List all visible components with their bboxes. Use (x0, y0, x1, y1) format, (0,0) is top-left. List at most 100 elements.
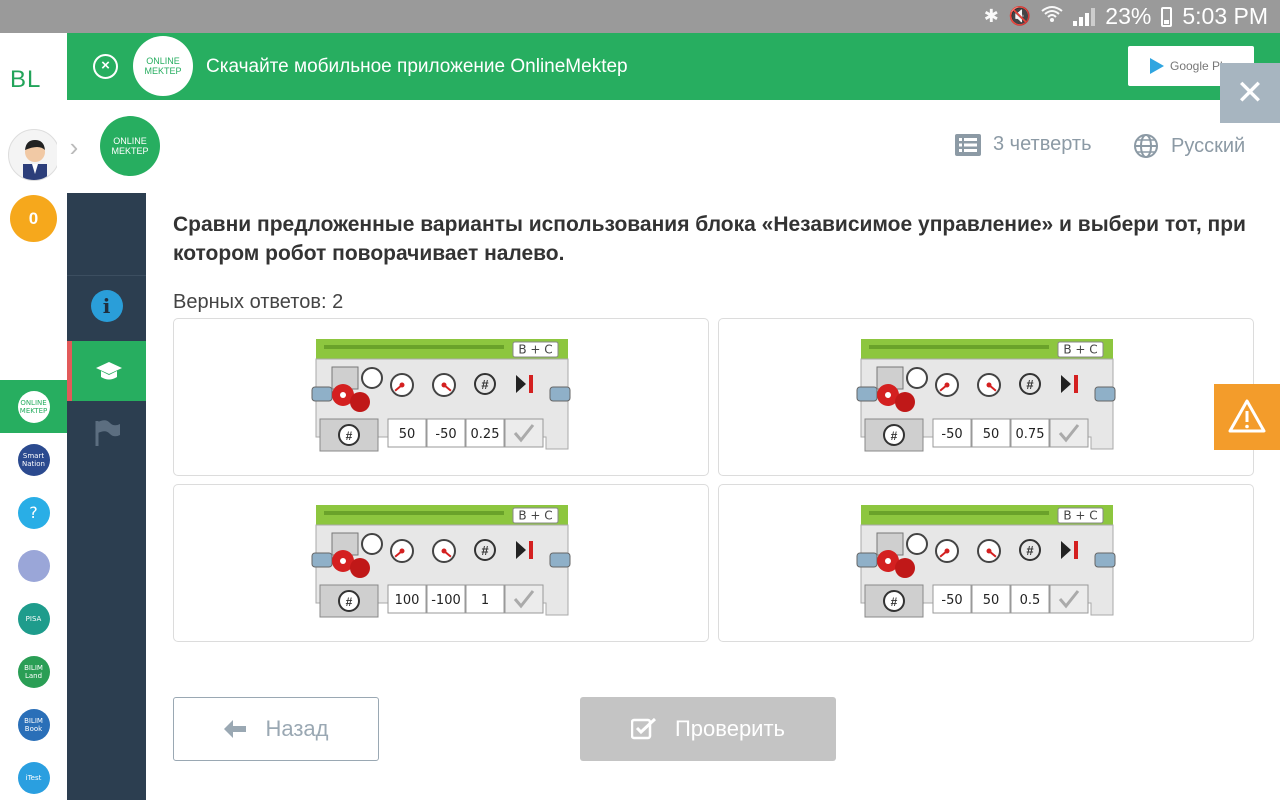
checkbox-check-icon (630, 717, 657, 740)
svg-text:#: # (481, 543, 489, 558)
ports-label: B + C (1063, 343, 1097, 357)
dial-icon (432, 373, 456, 397)
graduation-cap-icon (96, 362, 122, 380)
dial-icon (977, 373, 1001, 397)
mode-selector-icon: # (891, 595, 898, 609)
avatar[interactable] (8, 129, 60, 181)
value-rotations: 1 (481, 593, 489, 608)
battery-icon (1161, 6, 1173, 27)
coins-badge[interactable]: 0 (10, 195, 57, 242)
rail-app-icon (17, 549, 50, 582)
sidebar-item-lessons[interactable] (67, 341, 146, 401)
bluetooth-icon: ✱ (983, 6, 999, 26)
correct-answers-count: Верных ответов: 2 (173, 291, 344, 313)
language-selector[interactable]: Русский (1133, 133, 1245, 159)
question-text: Сравни предложенные варианты использован… (173, 213, 1246, 265)
sidebar-onlinemektep-logo[interactable]: ONLINE MEKTEP (100, 116, 160, 176)
language-label: Русский (1171, 134, 1246, 157)
mode-selector-icon: # (346, 429, 353, 443)
ports-label: B + C (518, 343, 552, 357)
flag-icon (95, 420, 120, 446)
list-icon (955, 133, 981, 156)
value-rotations: 0.5 (1020, 593, 1041, 608)
app-download-banner: × ONLINE MEKTEP Скачайте мобильное прило… (67, 33, 1280, 100)
sidebar-expand-button[interactable]: › (57, 118, 91, 176)
rail-app-icon: iTest (17, 761, 50, 794)
google-play-icon (1150, 58, 1164, 74)
check-button-label: Проверить (674, 716, 786, 741)
rail-app-item[interactable]: BILIM Book (0, 698, 67, 751)
dial-icon (432, 539, 456, 563)
dial-icon (977, 539, 1001, 563)
banner-text: Скачайте мобильное приложение OnlineMekt… (206, 56, 628, 77)
rail-app-icon: PISA (17, 602, 50, 635)
value-right: 50 (983, 593, 1000, 608)
svg-text:#: # (1026, 377, 1034, 392)
dial-icon (935, 539, 959, 563)
rail-app-item[interactable]: iTest (0, 751, 67, 800)
banner-close-button[interactable]: × (93, 54, 118, 79)
value-left: 50 (399, 427, 416, 442)
dial-icon (390, 539, 414, 563)
check-button[interactable]: Проверить (580, 697, 836, 761)
quarter-selector[interactable]: 3 четверть (955, 133, 1092, 156)
rail-app-icon: BILIM Land (17, 655, 50, 688)
value-right: 50 (983, 427, 1000, 442)
rail-app-icon: ? (17, 496, 50, 529)
svg-text:#: # (481, 377, 489, 392)
mode-selector-icon: # (346, 595, 353, 609)
answer-option[interactable]: B + C # #50 -50 0.25 (173, 318, 709, 476)
svg-text:#: # (1026, 543, 1034, 558)
value-rotations: 0.25 (471, 427, 500, 442)
rail-app-icon: ONLINE MEKTEP (17, 390, 50, 423)
value-rotations: 0.75 (1016, 427, 1045, 442)
tank-motor-block: B + C # # -50 50 0.5 (856, 505, 1116, 618)
rail-app-item[interactable]: BILIM Land (0, 645, 67, 698)
answer-option[interactable]: B + C # # -50 50 0.75 (718, 318, 1254, 476)
ports-label: B + C (1063, 509, 1097, 523)
quarter-label: 3 четверть (993, 133, 1092, 155)
back-button[interactable]: Назад (173, 697, 379, 761)
wifi-icon (1041, 5, 1063, 28)
onlinemektep-logo: ONLINE MEKTEP (133, 36, 193, 96)
answer-option[interactable]: B + C # #100 -100 1 (173, 484, 709, 642)
signal-icon (1073, 7, 1096, 26)
rail-app-icon: BILIM Book (17, 708, 50, 741)
answer-option[interactable]: B + C # # -50 50 0.5 (718, 484, 1254, 642)
globe-icon (1134, 134, 1158, 158)
back-button-label: Назад (265, 716, 329, 741)
tank-motor-block: B + C # # 100 -100 1 (311, 505, 571, 618)
tank-motor-block: B + C # # 50 -50 0.25 (311, 339, 571, 452)
value-left: -50 (941, 427, 962, 442)
sidebar-item-flag[interactable] (67, 403, 146, 463)
value-right: -50 (435, 427, 456, 442)
clock: 5:03 PM (1182, 3, 1268, 29)
status-bar: ✱ 🔇 23% 5:03 PM (0, 0, 1280, 33)
close-icon[interactable]: ✕ (1220, 63, 1280, 123)
value-left: -50 (941, 593, 962, 608)
report-issue-button[interactable] (1214, 384, 1280, 450)
value-left: 100 (395, 593, 420, 608)
dial-icon (390, 373, 414, 397)
ports-label: B + C (518, 509, 552, 523)
lesson-sidebar: i (67, 193, 146, 800)
mute-icon: 🔇 (1008, 6, 1032, 26)
battery-percent: 23% (1105, 3, 1152, 29)
tank-motor-block: B + C # # -50 50 0.75 (856, 339, 1116, 452)
mode-selector-icon: # (891, 429, 898, 443)
app-list: ONLINE MEKTEP Smart Nation? PISA BILIM Land… (0, 380, 67, 800)
warning-icon (1228, 399, 1266, 433)
sidebar-item-info[interactable]: i (67, 275, 146, 335)
rail-app-item[interactable]: ONLINE MEKTEP (0, 380, 67, 433)
app-screen: ✱ 🔇 23% 5:03 PM BL 0 ONLINE MEKTEP Smart … (0, 0, 1280, 800)
rail-app-item[interactable]: ? (0, 486, 67, 539)
rail-app-item[interactable]: Smart Nation (0, 433, 67, 486)
bl-logo[interactable]: BL (10, 66, 41, 94)
rail-app-icon: Smart Nation (17, 443, 50, 476)
info-icon: i (90, 289, 123, 322)
rail-app-item[interactable]: PISA (0, 592, 67, 645)
value-right: -100 (431, 593, 461, 608)
rail-app-item[interactable] (0, 539, 67, 592)
arrow-left-icon (224, 720, 247, 738)
dial-icon (935, 373, 959, 397)
